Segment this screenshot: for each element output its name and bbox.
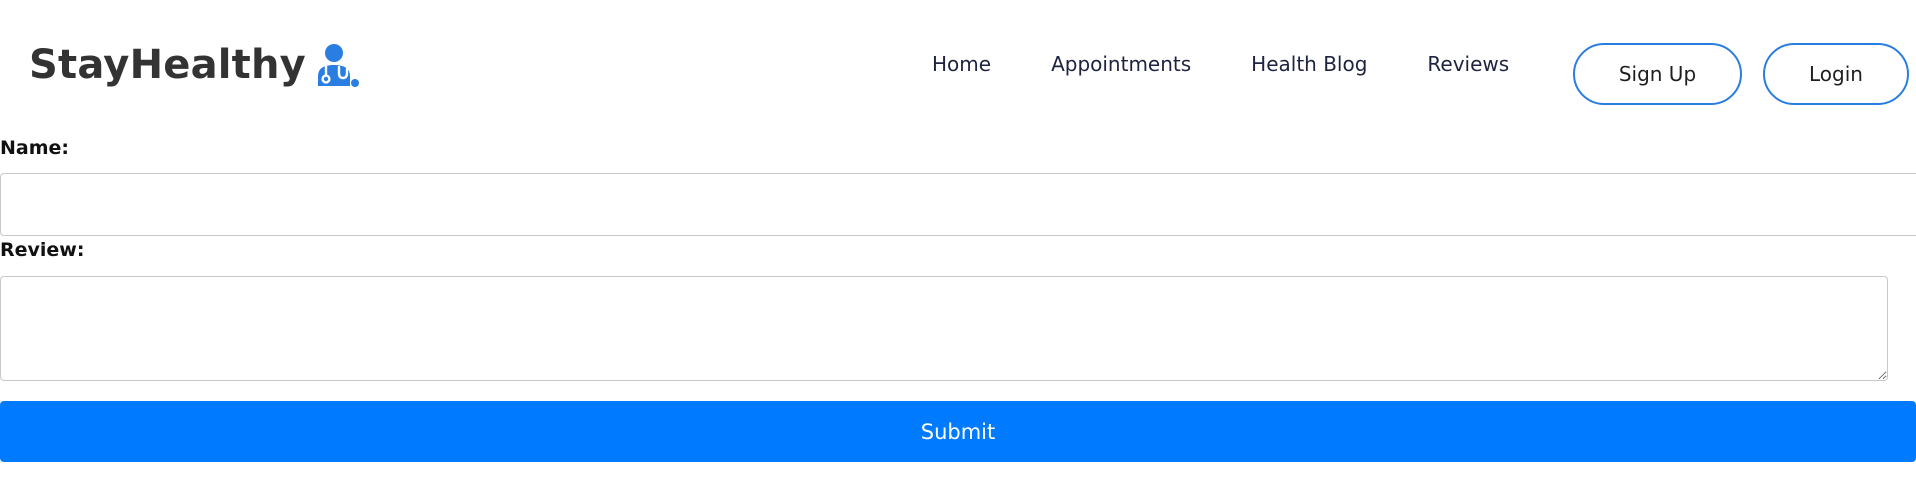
sign-up-button[interactable]: Sign Up <box>1573 43 1742 105</box>
name-input[interactable] <box>0 173 1916 236</box>
nav-link-home[interactable]: Home <box>932 52 991 76</box>
login-button[interactable]: Login <box>1763 43 1909 105</box>
name-label: Name: <box>0 137 70 159</box>
navbar: StayHealthy Home Appointments Health Blo… <box>0 0 1916 130</box>
review-textarea[interactable] <box>0 276 1888 381</box>
review-label: Review: <box>0 239 85 261</box>
brand-logo-link[interactable]: StayHealthy <box>29 42 360 88</box>
doctor-icon <box>314 42 360 88</box>
nav-link-health-blog[interactable]: Health Blog <box>1251 52 1367 76</box>
submit-button[interactable]: Submit <box>0 401 1916 462</box>
nav-links: Home Appointments Health Blog Reviews <box>932 52 1509 76</box>
nav-link-reviews[interactable]: Reviews <box>1427 52 1509 76</box>
brand-name: StayHealthy <box>29 42 306 88</box>
nav-link-appointments[interactable]: Appointments <box>1051 52 1191 76</box>
